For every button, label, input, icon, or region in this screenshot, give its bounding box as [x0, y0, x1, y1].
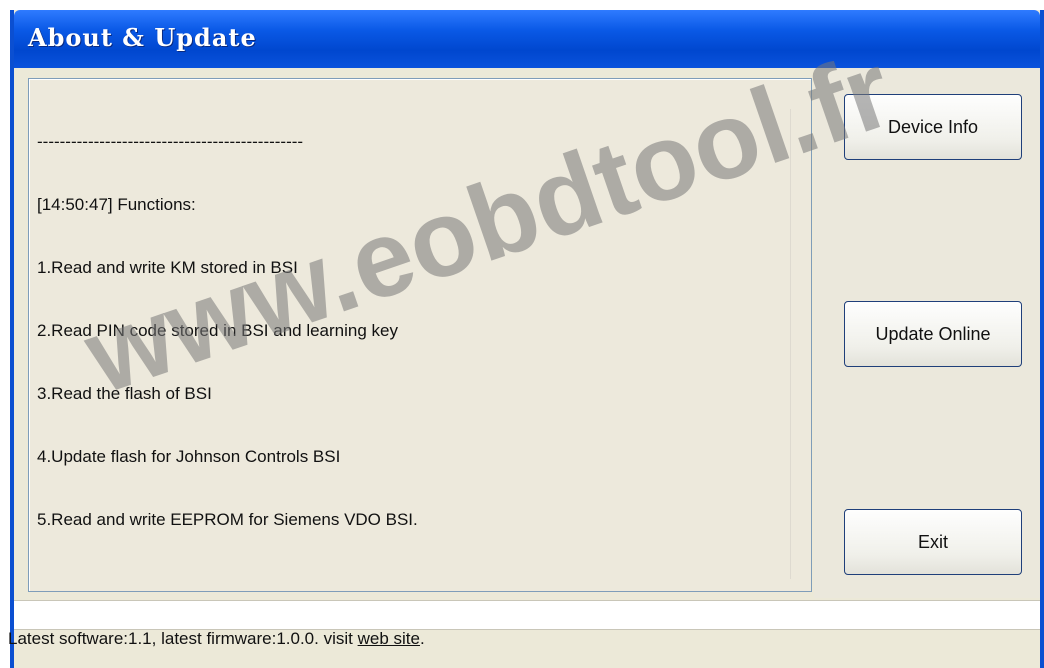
log-content: ----------------------------------------… — [37, 89, 787, 572]
version-info-text: Latest software:1.1, latest firmware:1.0… — [8, 629, 358, 648]
log-line: 2.Read PIN code stored in BSI and learni… — [37, 321, 398, 340]
version-info-line: Latest software:1.1, latest firmware:1.0… — [8, 629, 425, 649]
window-title: About & Update — [28, 23, 257, 52]
button-panel: Device Info Update Online Exit — [814, 68, 1040, 598]
log-line: 1.Read and write KM stored in BSI — [37, 258, 298, 277]
log-text-area[interactable]: ----------------------------------------… — [28, 78, 812, 592]
log-line: 4.Update flash for Johnson Controls BSI — [37, 447, 341, 466]
title-bar[interactable]: About & Update — [14, 10, 1040, 68]
log-line: [14:50:47] Functions: — [37, 195, 196, 214]
log-line: ----------------------------------------… — [37, 132, 304, 151]
log-line: 5.Read and write EEPROM for Siemens VDO … — [37, 510, 418, 529]
status-field[interactable] — [14, 600, 1040, 630]
exit-button[interactable]: Exit — [844, 509, 1022, 575]
log-scrollbar-track[interactable] — [790, 109, 809, 579]
device-info-button[interactable]: Device Info — [844, 94, 1022, 160]
log-line: 3.Read the flash of BSI — [37, 384, 212, 403]
web-site-link[interactable]: web site — [358, 629, 420, 648]
update-online-button[interactable]: Update Online — [844, 301, 1022, 367]
about-update-window: About & Update -------------------------… — [10, 10, 1044, 668]
version-info-suffix: . — [419, 629, 425, 648]
